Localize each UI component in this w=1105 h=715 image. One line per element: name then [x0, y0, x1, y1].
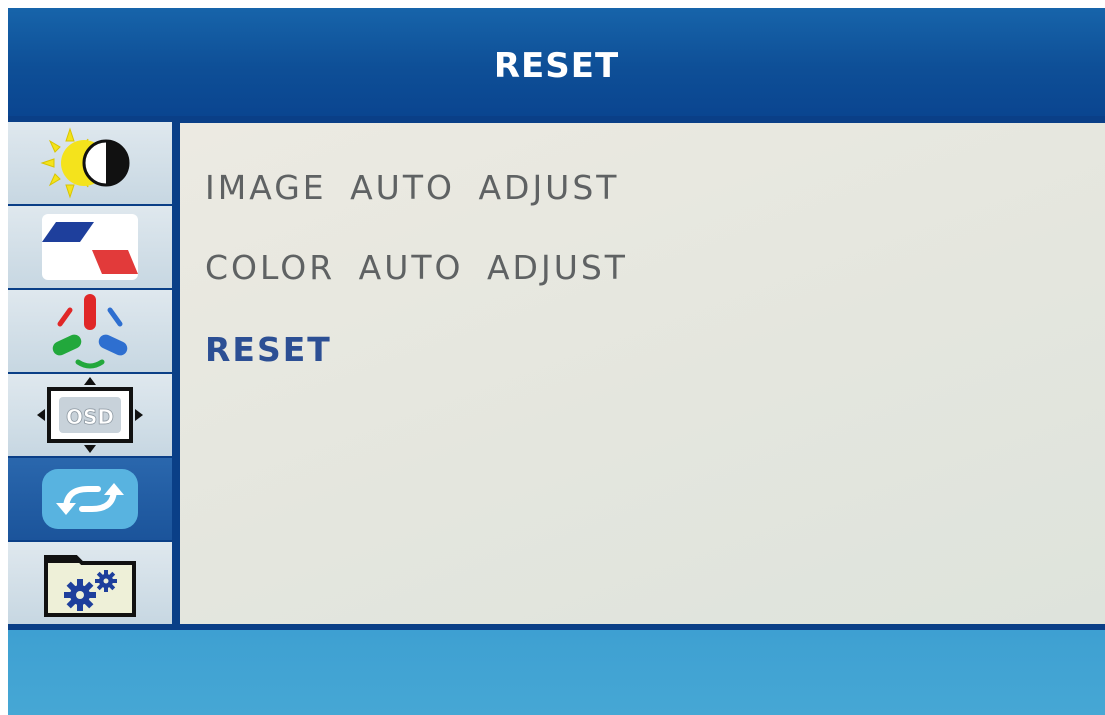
status-bar: [8, 630, 1105, 715]
osd-setup-icon: OSD: [37, 377, 143, 453]
menu-content: IMAGE AUTO ADJUST COLOR AUTO ADJUST RESE…: [180, 123, 1105, 624]
menu-frame: OSD IMAGE AUTO ADJUST COLOR AUTO ADJUST …: [8, 116, 1105, 630]
color-temperature-icon: [52, 294, 128, 369]
menu-item-color-auto-adjust[interactable]: COLOR AUTO ADJUST: [205, 248, 628, 287]
tab-brightness-contrast[interactable]: [8, 122, 172, 204]
tab-image-setup[interactable]: [8, 206, 172, 288]
sidebar: OSD: [8, 122, 172, 624]
tab-reset[interactable]: [8, 458, 172, 540]
menu-item-reset[interactable]: RESET: [205, 330, 332, 369]
misc-settings-icon: [44, 555, 136, 617]
svg-text:OSD: OSD: [66, 405, 114, 429]
tab-osd-setup[interactable]: OSD: [8, 374, 172, 456]
tab-color[interactable]: [8, 290, 172, 372]
tab-misc-settings[interactable]: [8, 542, 172, 624]
menu-item-image-auto-adjust[interactable]: IMAGE AUTO ADJUST: [205, 168, 619, 207]
reset-icon: [42, 469, 138, 529]
osd-menu: RESET OSD IMAGE AUTO ADJUST COLOR AUTO A…: [8, 8, 1105, 715]
page-title: RESET: [493, 46, 620, 86]
brightness-contrast-icon: [40, 127, 130, 199]
image-setup-icon: [42, 214, 138, 280]
title-bar: RESET: [8, 8, 1105, 116]
